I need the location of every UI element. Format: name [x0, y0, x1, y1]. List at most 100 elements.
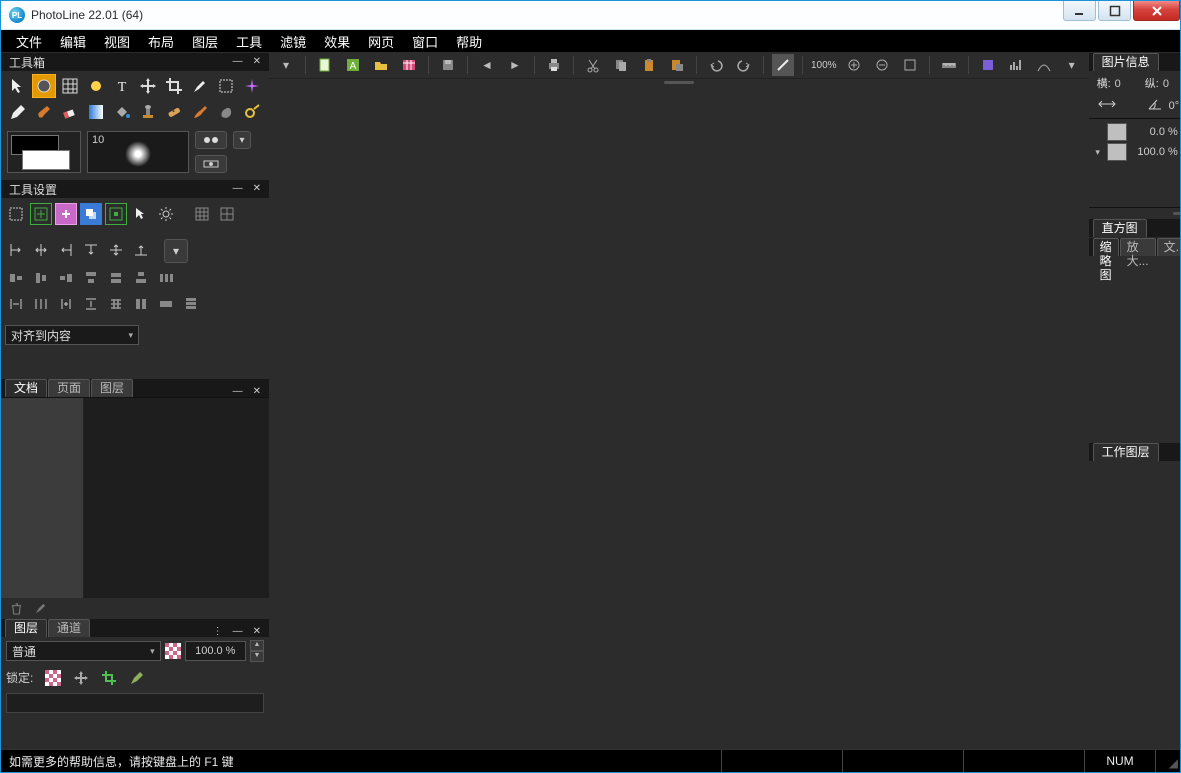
brush-small-icon[interactable] — [33, 601, 47, 615]
menu-window[interactable]: 窗口 — [403, 30, 447, 53]
tab-document[interactable]: 文档 — [5, 379, 47, 397]
close-button[interactable] — [1133, 1, 1180, 21]
menu-view[interactable]: 视图 — [95, 30, 139, 53]
paint-tool[interactable] — [32, 100, 56, 124]
thumb-fill-swatch[interactable] — [1107, 123, 1127, 141]
mini-tab-text[interactable]: 文... — [1157, 238, 1180, 256]
panel-resize-handle[interactable] — [1173, 212, 1180, 215]
dist-hcenter-icon[interactable] — [30, 267, 52, 289]
tb-paste-into-icon[interactable] — [666, 54, 688, 76]
panel-close-button[interactable]: ✕ — [253, 387, 261, 397]
tb-prev-icon[interactable]: ◄ — [476, 54, 498, 76]
tb-more-icon[interactable]: ▾ — [1061, 54, 1083, 76]
space-h2-icon[interactable] — [30, 293, 52, 315]
pencil-tool[interactable] — [6, 100, 30, 124]
thumb-opacity-swatch[interactable] — [1107, 143, 1127, 161]
ts-intersect-icon[interactable] — [80, 203, 102, 225]
tab-page[interactable]: 页面 — [48, 379, 90, 397]
align-top-edge-icon[interactable] — [80, 239, 102, 261]
align-right-edge-icon[interactable] — [55, 239, 77, 261]
tb-ruler-icon[interactable] — [938, 54, 960, 76]
opacity-down-button[interactable]: ▼ — [250, 651, 264, 662]
pointer-tool[interactable] — [6, 74, 30, 98]
flip-icon[interactable] — [1097, 97, 1117, 114]
mini-tab-thumbnail[interactable]: 缩略图 — [1093, 238, 1119, 256]
tb-table-icon[interactable] — [398, 54, 420, 76]
lock-crop-icon[interactable] — [101, 670, 117, 686]
align-vcenter-icon[interactable] — [105, 239, 127, 261]
lock-edit-icon[interactable] — [129, 670, 145, 686]
bucket-tool[interactable] — [110, 100, 134, 124]
ts-pointer-icon[interactable] — [130, 203, 152, 225]
canvas-area[interactable] — [269, 79, 1089, 749]
panel-minimize-button[interactable]: — — [233, 57, 243, 67]
tb-zoom-out-icon[interactable] — [871, 54, 893, 76]
brush-tool[interactable] — [188, 74, 212, 98]
tb-undo-icon[interactable] — [705, 54, 727, 76]
align-bottom-edge-icon[interactable] — [130, 239, 152, 261]
crop-tool[interactable] — [162, 74, 186, 98]
tab-histogram[interactable]: 直方图 — [1093, 219, 1147, 237]
tb-layer-fx-icon[interactable] — [977, 54, 999, 76]
menu-file[interactable]: 文件 — [7, 30, 51, 53]
quick-mask-button[interactable] — [195, 155, 227, 173]
brush-preview[interactable]: 10 — [87, 131, 189, 173]
menu-effect[interactable]: 效果 — [315, 30, 359, 53]
resize-grip[interactable]: ◢ — [1156, 750, 1180, 772]
dist-right-icon[interactable] — [55, 267, 77, 289]
gradient-tool[interactable] — [84, 100, 108, 124]
paintbrush-tool[interactable] — [188, 100, 212, 124]
ts-select-all-icon[interactable] — [5, 203, 27, 225]
rect-select-tool[interactable] — [214, 74, 238, 98]
panel-close-button[interactable]: ✕ — [253, 627, 261, 637]
dodge-tool[interactable] — [240, 100, 264, 124]
panel-minimize-button[interactable]: — — [233, 387, 243, 397]
menu-layout[interactable]: 布局 — [139, 30, 183, 53]
tab-layers[interactable]: 图层 — [5, 619, 47, 637]
ts-grid2-icon[interactable] — [216, 203, 238, 225]
dist-gap-h-icon[interactable] — [155, 267, 177, 289]
tb-paste-icon[interactable] — [638, 54, 660, 76]
lock-transparency-icon[interactable] — [45, 670, 61, 686]
menu-filter[interactable]: 滤镜 — [271, 30, 315, 53]
dist-vcenter-icon[interactable] — [105, 267, 127, 289]
panel-minimize-button[interactable]: — — [233, 184, 243, 194]
space-v2-icon[interactable] — [105, 293, 127, 315]
menu-layer[interactable]: 图层 — [183, 30, 227, 53]
align-target-dropdown[interactable]: 对齐到内容 — [5, 325, 139, 345]
tb-fit-icon[interactable] — [899, 54, 921, 76]
mask-mode-button[interactable] — [195, 131, 227, 149]
tb-copy-icon[interactable] — [610, 54, 632, 76]
tb-redo-icon[interactable] — [733, 54, 755, 76]
panel-minimize-button[interactable]: — — [233, 627, 243, 637]
ellipse-select-tool[interactable] — [32, 74, 56, 98]
minimize-button[interactable] — [1063, 1, 1096, 21]
color-swatches[interactable] — [7, 131, 81, 173]
opacity-up-button[interactable]: ▲ — [250, 640, 264, 651]
tb-curves-icon[interactable] — [1033, 54, 1055, 76]
thumb-caret-icon[interactable]: ▾ — [1093, 147, 1103, 158]
dist-left-icon[interactable] — [5, 267, 27, 289]
tb-line-icon[interactable] — [772, 54, 794, 76]
menu-web[interactable]: 网页 — [359, 30, 403, 53]
tb-open-icon[interactable] — [370, 54, 392, 76]
canvas-drag-handle[interactable] — [664, 81, 694, 84]
tb-cut-icon[interactable] — [582, 54, 604, 76]
tab-image-info[interactable]: 图片信息 — [1093, 53, 1159, 71]
opacity-checker-icon[interactable] — [165, 643, 181, 659]
text-tool[interactable]: T — [110, 74, 134, 98]
blend-mode-dropdown[interactable]: 普通 — [6, 641, 161, 661]
stamp-tool[interactable] — [136, 100, 160, 124]
background-swatch[interactable] — [22, 150, 70, 170]
tb-dropdown-icon[interactable]: ▾ — [275, 54, 297, 76]
dist-bottom-icon[interactable] — [130, 267, 152, 289]
eraser-tool[interactable] — [58, 100, 82, 124]
layers-list[interactable] — [6, 693, 264, 713]
space-h3-icon[interactable] — [55, 293, 77, 315]
maximize-button[interactable] — [1098, 1, 1131, 21]
tab-layer[interactable]: 图层 — [91, 379, 133, 397]
menu-help[interactable]: 帮助 — [447, 30, 491, 53]
move-tool[interactable] — [136, 74, 160, 98]
panel-close-button[interactable]: ✕ — [253, 57, 261, 67]
tb-text-icon[interactable]: A — [342, 54, 364, 76]
